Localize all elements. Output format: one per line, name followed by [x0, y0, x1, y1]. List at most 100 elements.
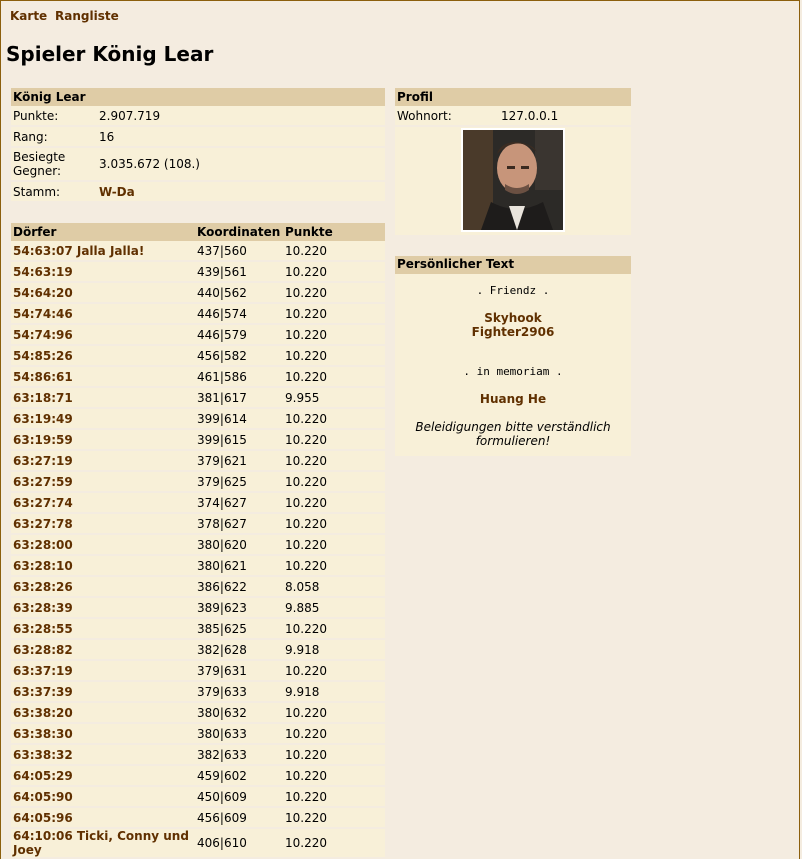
village-coordinates: 446|579 [195, 325, 283, 346]
village-link[interactable]: 64:05:90 [13, 790, 73, 804]
village-points: 9.885 [283, 598, 385, 619]
village-link[interactable]: 63:37:19 [13, 664, 73, 678]
village-link[interactable]: 63:28:10 [13, 559, 73, 573]
defeated-label: Besiegte Gegner: [11, 148, 97, 182]
village-row: 63:28:26 386|622 8.058 [11, 577, 385, 598]
village-link[interactable]: 63:28:00 [13, 538, 73, 552]
village-link[interactable]: 63:27:74 [13, 496, 73, 510]
village-link[interactable]: 63:19:49 [13, 412, 73, 426]
village-link[interactable]: 63:38:20 [13, 706, 73, 720]
village-link[interactable]: 63:19:59 [13, 433, 73, 447]
village-rows: 54:63:07 Jalla Jalla! 437|560 10.220 54:63:… [11, 241, 385, 859]
personal-text-box: Persönlicher Text . Friendz . Skyhook Fi… [395, 256, 631, 456]
village-link[interactable]: 64:05:96 [13, 811, 73, 825]
village-link[interactable]: 64:05:29 [13, 769, 73, 783]
village-link[interactable]: 54:85:26 [13, 349, 73, 363]
village-link[interactable]: 54:63:19 [13, 265, 73, 279]
village-points: 10.220 [283, 409, 385, 430]
village-link[interactable]: 63:37:39 [13, 685, 73, 699]
village-points: 10.220 [283, 514, 385, 535]
column-header-points: Punkte [283, 223, 385, 241]
village-row: 63:28:82 382|628 9.918 [11, 640, 385, 661]
village-coordinates: 379|631 [195, 661, 283, 682]
tribe-link[interactable]: W-Da [99, 185, 135, 199]
page-title: Spieler König Lear [6, 42, 214, 66]
village-coordinates: 461|586 [195, 367, 283, 388]
location-value: 127.0.0.1 [499, 106, 631, 127]
village-coordinates: 380|621 [195, 556, 283, 577]
village-link[interactable]: 63:27:59 [13, 475, 73, 489]
village-row: 63:27:19 379|621 10.220 [11, 451, 385, 472]
village-row: 64:05:29 459|602 10.220 [11, 766, 385, 787]
village-row: 54:63:19 439|561 10.220 [11, 262, 385, 283]
friend-name-1: Skyhook [484, 311, 542, 325]
village-link[interactable]: 63:27:19 [13, 454, 73, 468]
village-row: 54:74:46 446|574 10.220 [11, 304, 385, 325]
village-points: 9.918 [283, 682, 385, 703]
village-coordinates: 380|632 [195, 703, 283, 724]
top-navigation: Karte Rangliste [10, 9, 123, 23]
village-link[interactable]: 64:10:06 Ticki, Conny und Joey [13, 829, 189, 857]
points-value: 2.907.719 [97, 106, 385, 127]
village-row: 63:28:00 380|620 10.220 [11, 535, 385, 556]
village-link[interactable]: 63:28:82 [13, 643, 73, 657]
village-points: 10.220 [283, 787, 385, 808]
rank-value: 16 [97, 127, 385, 148]
village-points: 10.220 [283, 535, 385, 556]
village-link[interactable]: 54:64:20 [13, 286, 73, 300]
memoriam-name: Huang He [479, 392, 547, 406]
village-points: 10.220 [283, 451, 385, 472]
village-link[interactable]: 54:63:07 Jalla Jalla! [13, 244, 144, 258]
village-link[interactable]: 63:38:30 [13, 727, 73, 741]
defeated-value: 3.035.672 (108.) [97, 148, 385, 182]
village-link[interactable]: 54:74:96 [13, 328, 73, 342]
village-coordinates: 456|609 [195, 808, 283, 829]
village-link[interactable]: 63:28:55 [13, 622, 73, 636]
nav-map-link[interactable]: Karte [10, 9, 47, 23]
village-coordinates: 381|617 [195, 388, 283, 409]
village-points: 10.220 [283, 808, 385, 829]
village-link[interactable]: 63:18:71 [13, 391, 73, 405]
location-label: Wohnort: [395, 106, 499, 127]
village-row: 54:85:26 456|582 10.220 [11, 346, 385, 367]
village-coordinates: 379|633 [195, 682, 283, 703]
village-row: 63:18:71 381|617 9.955 [11, 388, 385, 409]
village-points: 10.220 [283, 325, 385, 346]
village-link[interactable]: 63:28:26 [13, 580, 73, 594]
profile-header: Profil [395, 88, 631, 106]
village-points: 10.220 [283, 304, 385, 325]
tribe-label: Stamm: [11, 182, 97, 203]
village-link[interactable]: 54:86:61 [13, 370, 73, 384]
column-header-coordinates: Koordinaten [195, 223, 283, 241]
disclaimer-text: Beleidigungen bitte verständlich formuli… [415, 420, 611, 448]
village-row: 63:19:59 399|615 10.220 [11, 430, 385, 451]
village-row: 63:38:32 382|633 10.220 [11, 745, 385, 766]
player-row-tribe: Stamm: W-Da [11, 182, 385, 203]
village-coordinates: 439|561 [195, 262, 283, 283]
village-row: 64:10:06 Ticki, Conny und Joey 406|610 10.… [11, 829, 385, 859]
village-row: 63:27:59 379|625 10.220 [11, 472, 385, 493]
player-info-table: König Lear Punkte: 2.907.719 Rang: 16 Be… [11, 88, 385, 203]
nav-ranking-link[interactable]: Rangliste [55, 9, 119, 23]
village-coordinates: 380|620 [195, 535, 283, 556]
village-link[interactable]: 63:27:78 [13, 517, 73, 531]
personal-text-header: Persönlicher Text [395, 256, 631, 274]
village-points: 10.220 [283, 346, 385, 367]
village-coordinates: 389|623 [195, 598, 283, 619]
village-points: 8.058 [283, 577, 385, 598]
village-row: 63:28:39 389|623 9.885 [11, 598, 385, 619]
profile-table: Profil Wohnort: 127.0.0.1 [395, 88, 631, 235]
village-link[interactable]: 54:74:46 [13, 307, 73, 321]
village-points: 10.220 [283, 766, 385, 787]
village-row: 63:28:55 385|625 10.220 [11, 619, 385, 640]
village-link[interactable]: 63:38:32 [13, 748, 73, 762]
village-row: 63:28:10 380|621 10.220 [11, 556, 385, 577]
village-points: 10.220 [283, 241, 385, 262]
village-coordinates: 446|574 [195, 304, 283, 325]
avatar-cell [395, 127, 631, 235]
village-points: 10.220 [283, 472, 385, 493]
village-link[interactable]: 63:28:39 [13, 601, 73, 615]
village-coordinates: 437|560 [195, 241, 283, 262]
points-label: Punkte: [11, 106, 97, 127]
village-points: 10.220 [283, 367, 385, 388]
